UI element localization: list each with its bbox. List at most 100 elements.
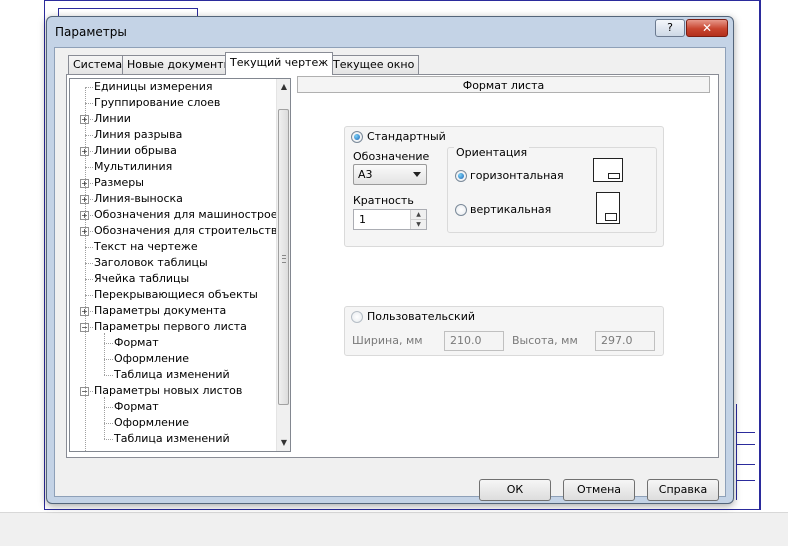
tab-current-window[interactable]: Текущее окно bbox=[328, 55, 420, 74]
tree-item-label: Единицы измерения bbox=[94, 80, 213, 93]
tree-item-label: Обозначения для машиностроения bbox=[94, 208, 276, 221]
tree-item[interactable]: Таблица изменений bbox=[114, 367, 230, 383]
custom-radio[interactable] bbox=[351, 311, 363, 323]
tree-item-label: Линии обрыва bbox=[94, 144, 177, 157]
height-label: Высота, мм bbox=[512, 334, 578, 347]
scroll-down-icon[interactable]: ▼ bbox=[277, 435, 290, 451]
multiplicity-label: Кратность bbox=[353, 194, 414, 207]
standard-radio[interactable] bbox=[351, 131, 363, 143]
dialog-client: Система Новые документы Текущий чертеж Т… bbox=[54, 47, 726, 501]
tree-item-label: Формат bbox=[114, 336, 159, 349]
help-icon: ? bbox=[667, 21, 673, 34]
tree-item-label: Обозначения для строительства bbox=[94, 224, 276, 237]
tree-item-label: Таблица изменений bbox=[114, 368, 230, 381]
tree-item[interactable]: Ячейка таблицы bbox=[94, 271, 189, 287]
section-header: Формат листа bbox=[297, 76, 710, 93]
tree-item[interactable]: Параметры новых листов bbox=[94, 383, 242, 399]
parameters-dialog: Параметры ? ✕ Система Новые документы Те… bbox=[46, 16, 734, 504]
vertical-radio[interactable] bbox=[455, 204, 467, 216]
cancel-button[interactable]: Отмена bbox=[563, 479, 635, 501]
tree-item[interactable]: Таблица изменений bbox=[114, 431, 230, 447]
tree-item-label: Параметры новых листов bbox=[94, 384, 243, 397]
standard-label: Стандартный bbox=[367, 130, 446, 143]
tree-item[interactable]: Параметры документа bbox=[94, 303, 226, 319]
tab-current-drawing[interactable]: Текущий чертеж bbox=[225, 52, 334, 75]
orientation-group: Ориентация горизонтальная вертикальная bbox=[447, 146, 657, 233]
dialog-title: Параметры bbox=[55, 25, 127, 39]
tree-item-label: Параметры документа bbox=[94, 304, 227, 317]
tree-item-label: Формат bbox=[114, 400, 159, 413]
tree-item[interactable]: Линии bbox=[94, 111, 131, 127]
help-button[interactable]: Справка bbox=[647, 479, 719, 501]
stepper-down-icon[interactable]: ▼ bbox=[411, 220, 426, 229]
tree-item-label: Заголовок таблицы bbox=[94, 256, 208, 269]
portrait-page-icon bbox=[596, 192, 620, 224]
tab-page: Единицы измерения Группирование слоев Лини… bbox=[66, 74, 719, 458]
tree-item-label: Линия-выноска bbox=[94, 192, 183, 205]
tree-item-label: Текст на чертеже bbox=[94, 240, 198, 253]
stepper-up-icon[interactable]: ▲ bbox=[411, 210, 426, 220]
tree-item-label: Таблица изменений bbox=[114, 432, 230, 445]
tree-item[interactable]: Формат bbox=[114, 335, 159, 351]
designation-select[interactable]: А3 bbox=[353, 164, 427, 185]
tree-item-label: Перекрывающиеся объекты bbox=[94, 288, 258, 301]
multiplicity-value: 1 bbox=[359, 213, 366, 226]
height-field[interactable]: 297.0 bbox=[595, 331, 655, 351]
tree-item[interactable]: Перекрывающиеся объекты bbox=[94, 287, 258, 303]
tree-item[interactable]: Единицы измерения bbox=[94, 79, 213, 95]
tree-item[interactable]: Параметры первого листа bbox=[94, 319, 247, 335]
vertical-label: вертикальная bbox=[470, 203, 552, 216]
tree-item-label: Параметры первого листа bbox=[94, 320, 247, 333]
designation-value: А3 bbox=[358, 168, 373, 181]
scroll-up-icon[interactable]: ▲ bbox=[277, 79, 290, 95]
settings-tree: Единицы измерения Группирование слоев Лини… bbox=[69, 78, 291, 452]
ok-button[interactable]: ОК bbox=[479, 479, 551, 501]
drawing-title-block bbox=[736, 404, 755, 500]
tree-item[interactable]: Линия-выноска bbox=[94, 191, 183, 207]
tab-system[interactable]: Система bbox=[68, 55, 128, 74]
landscape-page-icon bbox=[593, 158, 623, 182]
tree-item-label: Мультилиния bbox=[94, 160, 173, 173]
tree-item[interactable]: Линии обрыва bbox=[94, 143, 177, 159]
standard-format-group: Стандартный Обозначение А3 Кратность 1 ▲… bbox=[344, 126, 664, 247]
tree-item[interactable]: Текст на чертеже bbox=[94, 239, 198, 255]
tree-item-label: Ячейка таблицы bbox=[94, 272, 190, 285]
tree-item-label: Группирование слоев bbox=[94, 96, 221, 109]
tree-item[interactable]: Оформление bbox=[114, 351, 189, 367]
tree-item[interactable]: Заголовок таблицы bbox=[94, 255, 208, 271]
width-label: Ширина, мм bbox=[352, 334, 423, 347]
tree-scrollbar[interactable]: ▲ ▼ bbox=[276, 79, 290, 451]
close-icon: ✕ bbox=[701, 21, 713, 35]
multiplicity-stepper[interactable]: 1 ▲ ▼ bbox=[353, 209, 427, 230]
orientation-label: Ориентация bbox=[454, 146, 530, 159]
tree-item-label: Оформление bbox=[114, 416, 189, 429]
tab-new-documents[interactable]: Новые документы bbox=[122, 55, 238, 74]
help-title-button[interactable]: ? bbox=[655, 19, 685, 37]
designation-label: Обозначение bbox=[353, 150, 430, 163]
tree-item[interactable]: Обозначения для строительства bbox=[94, 223, 276, 239]
tree-item[interactable]: Формат bbox=[114, 399, 159, 415]
tree-item-label: Линии bbox=[94, 112, 131, 125]
tree-item-label: Оформление bbox=[114, 352, 189, 365]
scroll-thumb[interactable] bbox=[278, 109, 289, 405]
dialog-titlebar[interactable]: Параметры ? ✕ bbox=[47, 17, 733, 47]
custom-label: Пользовательский bbox=[367, 310, 475, 323]
tree-item[interactable]: Обозначения для машиностроения bbox=[94, 207, 276, 223]
custom-format-group: Пользовательский Ширина, мм 210.0 Высота… bbox=[344, 306, 664, 356]
close-button[interactable]: ✕ bbox=[686, 19, 728, 37]
width-field[interactable]: 210.0 bbox=[444, 331, 504, 351]
tree-item[interactable]: Линия разрыва bbox=[94, 127, 182, 143]
horizontal-radio[interactable] bbox=[455, 170, 467, 182]
tree-item[interactable]: Оформление bbox=[114, 415, 189, 431]
tree-item[interactable]: Группирование слоев bbox=[94, 95, 220, 111]
tree-item[interactable]: Мультилиния bbox=[94, 159, 172, 175]
tab-label: Текущее окно bbox=[333, 58, 415, 71]
chevron-down-icon bbox=[413, 172, 421, 177]
tree-item-label: Размеры bbox=[94, 176, 144, 189]
tab-label: Новые документы bbox=[127, 58, 233, 71]
tree-list: Единицы измерения Группирование слоев Лини… bbox=[70, 79, 276, 451]
status-strip bbox=[0, 512, 788, 546]
tree-item[interactable]: Размеры bbox=[94, 175, 144, 191]
horizontal-label: горизонтальная bbox=[470, 169, 564, 182]
tree-item-label: Линия разрыва bbox=[94, 128, 183, 141]
